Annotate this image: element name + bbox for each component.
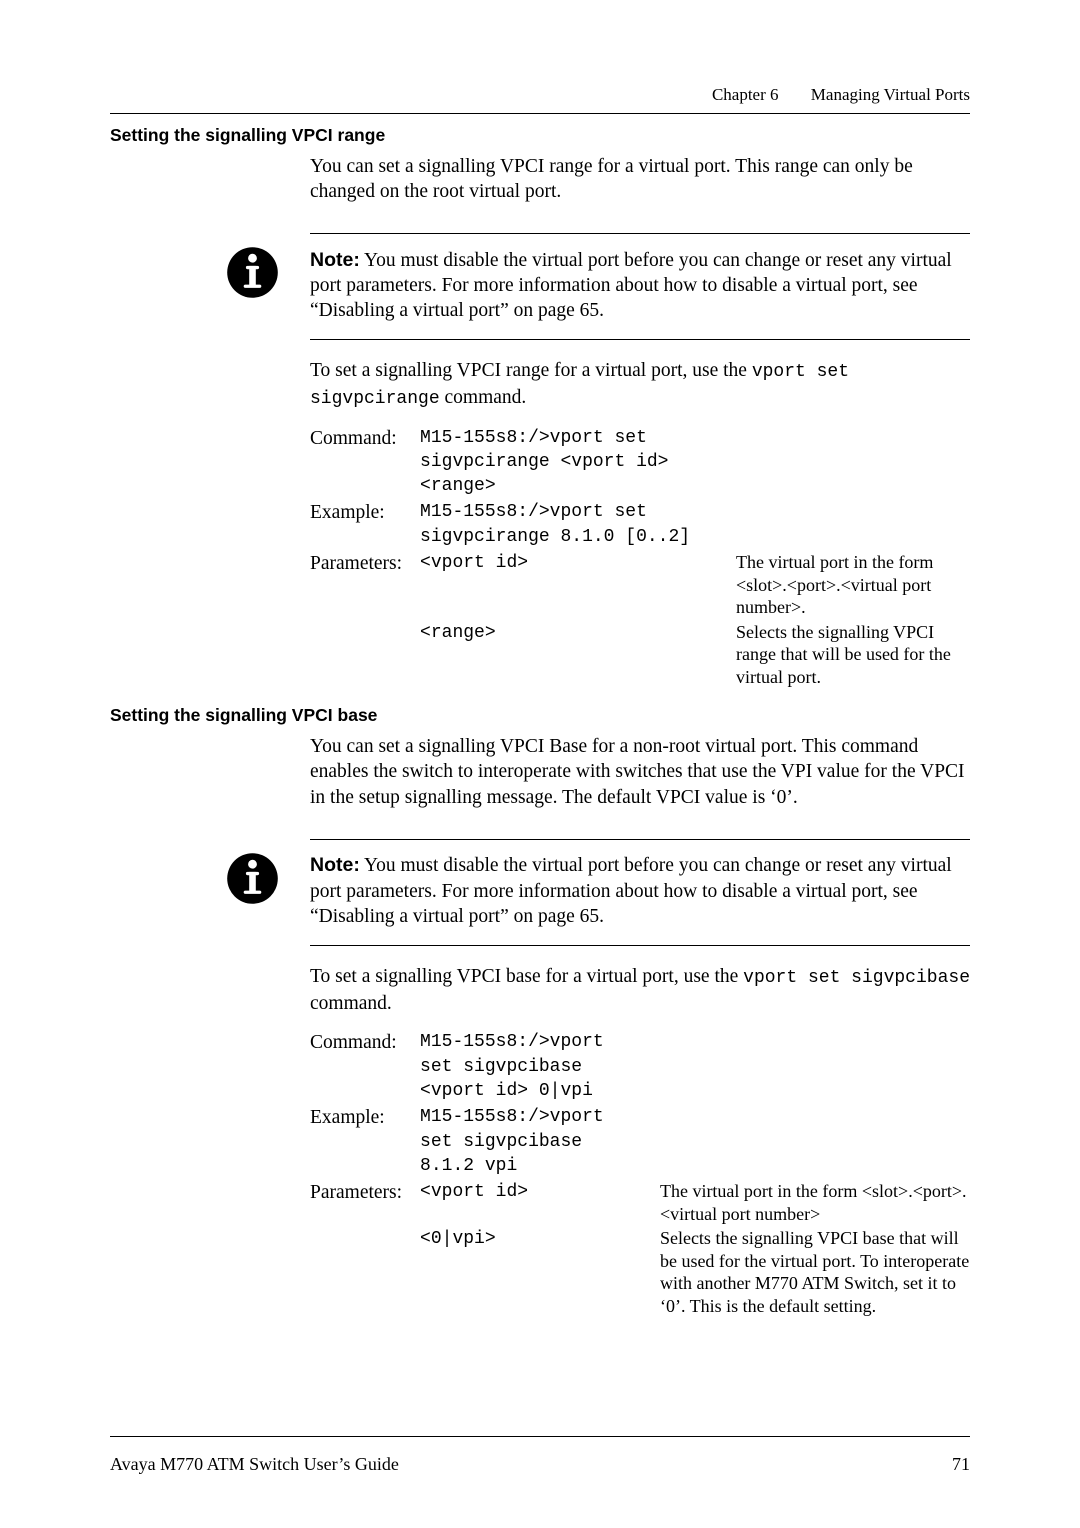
after-note-b-text1: To set a signalling VPCI base for a virt… bbox=[310, 966, 743, 987]
chapter-text: Chapter 6 bbox=[712, 85, 779, 104]
param-desc: The virtual port in the form <slot>.<por… bbox=[736, 551, 970, 621]
note-content-b: Note: You must disable the virtual port … bbox=[310, 849, 970, 935]
note-label: Note: bbox=[310, 249, 360, 271]
table-row: Example: M15-155s8:/>vport set sigvpciba… bbox=[310, 1105, 970, 1180]
table-row: <range> Selects the signalling VPCI rang… bbox=[310, 621, 970, 691]
header-rule bbox=[110, 113, 970, 114]
note-body: You must disable the virtual port before… bbox=[310, 855, 952, 927]
section-a-title: Setting the signalling VPCI range bbox=[110, 124, 970, 148]
table-row: Command: M15-155s8:/>vport set sigvpciba… bbox=[310, 1030, 970, 1105]
after-note-a-text1: To set a signalling VPCI range for a vir… bbox=[310, 360, 752, 381]
command-text: M15-155s8:/>vport set sigvpcibase <vport… bbox=[420, 1030, 660, 1105]
page: Chapter 6 Managing Virtual Ports Setting… bbox=[0, 0, 1080, 1528]
note-block-b: Note: You must disable the virtual port … bbox=[110, 839, 970, 946]
section-a-intro: You can set a signalling VPCI range for … bbox=[310, 154, 970, 205]
note-rule-top bbox=[310, 233, 970, 234]
chapter-title: Managing Virtual Ports bbox=[811, 85, 970, 104]
command-text: M15-155s8:/>vport set sigvpcirange <vpor… bbox=[420, 426, 736, 501]
table-row: <0|vpi> Selects the signalling VPCI base… bbox=[310, 1227, 970, 1319]
after-note-b-cmd: vport set sigvpcibase bbox=[743, 968, 970, 988]
param-arg: <range> bbox=[420, 621, 736, 691]
after-note-b-text2: command. bbox=[310, 993, 392, 1014]
note-rule-top bbox=[310, 839, 970, 840]
note-rule-bot bbox=[310, 945, 970, 946]
label-command: Command: bbox=[310, 426, 420, 501]
param-desc: Selects the signalling VPCI base that wi… bbox=[660, 1227, 970, 1319]
note-rule-bot bbox=[310, 339, 970, 340]
table-row: Command: M15-155s8:/>vport set sigvpcira… bbox=[310, 426, 970, 501]
param-desc: The virtual port in the form <slot>.<por… bbox=[660, 1180, 970, 1227]
label-command: Command: bbox=[310, 1030, 420, 1105]
table-row: Example: M15-155s8:/>vport set sigvpcira… bbox=[310, 500, 970, 551]
example-text: M15-155s8:/>vport set sigvpcibase 8.1.2 … bbox=[420, 1105, 660, 1180]
param-arg: <vport id> bbox=[420, 551, 736, 621]
label-empty bbox=[310, 621, 420, 691]
cmd-table-b: Command: M15-155s8:/>vport set sigvpciba… bbox=[310, 1030, 970, 1319]
label-example: Example: bbox=[310, 1105, 420, 1180]
footer-left: Avaya M770 ATM Switch User’s Guide bbox=[110, 1452, 399, 1476]
param-arg: <0|vpi> bbox=[420, 1227, 660, 1319]
note-body: You must disable the virtual port before… bbox=[310, 250, 952, 322]
footer-page-number: 71 bbox=[952, 1452, 970, 1476]
info-icon bbox=[225, 245, 280, 300]
label-parameters: Parameters: bbox=[310, 1180, 420, 1227]
info-icon bbox=[225, 851, 280, 906]
footer-rule bbox=[110, 1436, 970, 1437]
note-content-a: Note: You must disable the virtual port … bbox=[310, 244, 970, 330]
after-note-a: To set a signalling VPCI range for a vir… bbox=[310, 358, 970, 412]
after-note-b: To set a signalling VPCI base for a virt… bbox=[310, 964, 970, 1016]
section-b-intro: You can set a signalling VPCI Base for a… bbox=[310, 734, 970, 811]
after-note-a-text2: command. bbox=[440, 387, 527, 408]
table-row: Parameters: <vport id> The virtual port … bbox=[310, 1180, 970, 1227]
page-footer: Avaya M770 ATM Switch User’s Guide 71 bbox=[110, 1452, 970, 1476]
example-text: M15-155s8:/>vport set sigvpcirange 8.1.0… bbox=[420, 500, 736, 551]
label-empty bbox=[310, 1227, 420, 1319]
running-header: Chapter 6 Managing Virtual Ports bbox=[110, 84, 970, 107]
note-label: Note: bbox=[310, 854, 360, 876]
label-parameters: Parameters: bbox=[310, 551, 420, 621]
param-arg: <vport id> bbox=[420, 1180, 660, 1227]
param-desc: Selects the signalling VPCI range that w… bbox=[736, 621, 970, 691]
label-example: Example: bbox=[310, 500, 420, 551]
section-b-title: Setting the signalling VPCI base bbox=[110, 704, 970, 728]
table-row: Parameters: <vport id> The virtual port … bbox=[310, 551, 970, 621]
note-block-a: Note: You must disable the virtual port … bbox=[110, 233, 970, 340]
cmd-table-a: Command: M15-155s8:/>vport set sigvpcira… bbox=[310, 426, 970, 690]
